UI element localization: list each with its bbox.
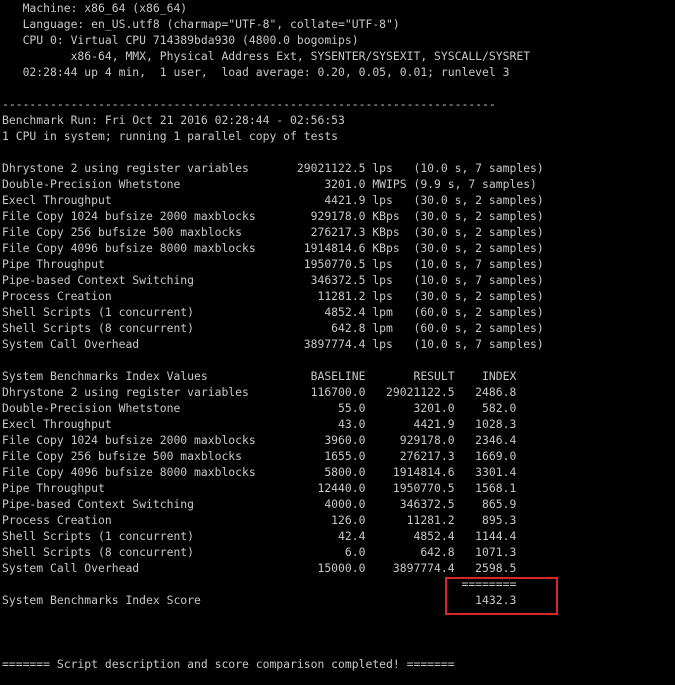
result-row: File Copy 4096 bufsize 8000 maxblocks 19… (2, 241, 544, 255)
index-row: Execl Throughput 43.0 4421.9 1028.3 (2, 417, 517, 431)
result-row: Shell Scripts (8 concurrent) 642.8 lpm (… (2, 321, 544, 335)
terminal-line: CPU 0: Virtual CPU 714389bda930 (4800.0 … (2, 33, 359, 47)
result-row: Process Creation 11281.2 lps (30.0 s, 2 … (2, 289, 544, 303)
result-row: Double-Precision Whetstone 3201.0 MWIPS … (2, 177, 537, 191)
terminal-window[interactable]: Machine: x86_64 (x86_64) Language: en_US… (0, 0, 675, 685)
index-row: File Copy 256 bufsize 500 maxblocks 1655… (2, 449, 517, 463)
index-table-header: System Benchmarks Index Values BASELINE … (2, 369, 517, 383)
index-row: Process Creation 126.0 11281.2 895.3 (2, 513, 517, 527)
index-row: Shell Scripts (1 concurrent) 42.4 4852.4… (2, 529, 517, 543)
terminal-line: Language: en_US.utf8 (charmap="UTF-8", c… (2, 17, 400, 31)
terminal-line: 02:28:44 up 4 min, 1 user, load average:… (2, 65, 510, 79)
index-row: Pipe-based Context Switching 4000.0 3463… (2, 497, 517, 511)
result-row: System Call Overhead 3897774.4 lps (10.0… (2, 337, 544, 351)
score-underline: ======== (2, 577, 517, 591)
index-row: Pipe Throughput 12440.0 1950770.5 1568.1 (2, 481, 517, 495)
score-highlight-box (445, 577, 558, 615)
index-row: File Copy 1024 bufsize 2000 maxblocks 39… (2, 433, 517, 447)
completion-message: ======= Script description and score com… (2, 657, 455, 671)
separator-line: ----------------------------------------… (2, 97, 496, 111)
terminal-line: Machine: x86_64 (x86_64) (2, 1, 188, 15)
terminal-line: x86-64, MMX, Physical Address Ext, SYSEN… (2, 49, 531, 63)
index-row: System Call Overhead 15000.0 3897774.4 2… (2, 561, 517, 575)
index-row: File Copy 4096 bufsize 8000 maxblocks 58… (2, 465, 517, 479)
result-row: File Copy 256 bufsize 500 maxblocks 2762… (2, 225, 544, 239)
result-row: Dhrystone 2 using register variables 290… (2, 161, 544, 175)
index-score-line: System Benchmarks Index Score 1432.3 (2, 593, 517, 607)
result-row: Pipe-based Context Switching 346372.5 lp… (2, 273, 544, 287)
index-row: Dhrystone 2 using register variables 116… (2, 385, 517, 399)
index-row: Shell Scripts (8 concurrent) 6.0 642.8 1… (2, 545, 517, 559)
result-row: Shell Scripts (1 concurrent) 4852.4 lpm … (2, 305, 544, 319)
result-row: File Copy 1024 bufsize 2000 maxblocks 92… (2, 209, 544, 223)
result-row: Execl Throughput 4421.9 lps (30.0 s, 2 s… (2, 193, 544, 207)
benchmark-run-line: Benchmark Run: Fri Oct 21 2016 02:28:44 … (2, 113, 345, 127)
result-row: Pipe Throughput 1950770.5 lps (10.0 s, 7… (2, 257, 544, 271)
terminal-line: 1 CPU in system; running 1 parallel copy… (2, 129, 339, 143)
index-row: Double-Precision Whetstone 55.0 3201.0 5… (2, 401, 517, 415)
